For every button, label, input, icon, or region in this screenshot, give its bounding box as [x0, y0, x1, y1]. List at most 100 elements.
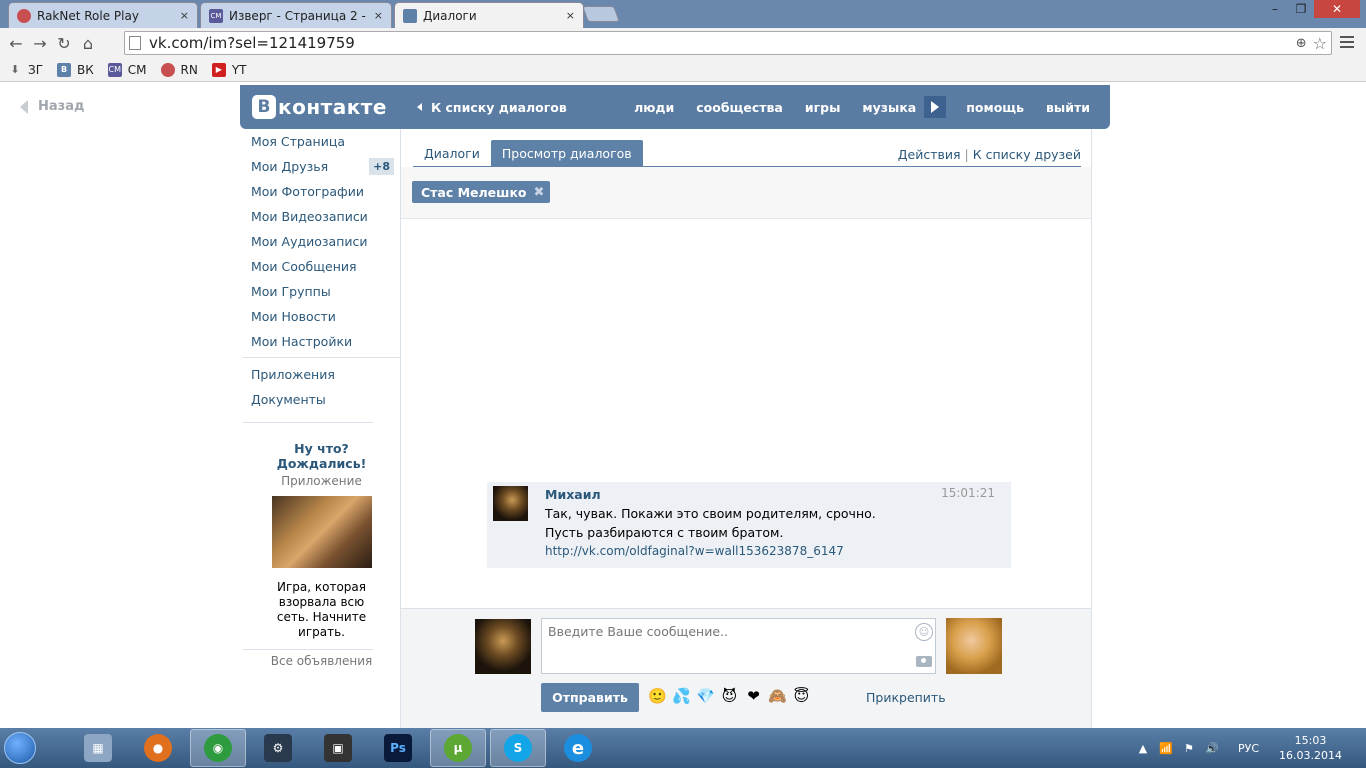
chrome-menu-icon[interactable]	[1340, 36, 1354, 48]
menu-my-photos[interactable]: Мои Фотографии	[243, 179, 400, 204]
taskbar-steam[interactable]: ⚙	[250, 729, 306, 767]
new-tab-button[interactable]	[582, 6, 620, 22]
address-bar[interactable]: vk.com/im?sel=121419759 ⊕ ☆	[124, 31, 1332, 55]
clock[interactable]: 15:03 16.03.2014	[1279, 733, 1342, 763]
browser-tab-dialogs[interactable]: Диалоги ×	[394, 2, 584, 28]
all-ads-link[interactable]: Все объявления	[243, 654, 400, 668]
message-author[interactable]: Михаил	[545, 487, 601, 502]
bookmark-rn[interactable]: RN	[160, 62, 198, 77]
peer-bar: Стас Мелешко ✖	[401, 167, 1091, 219]
menu-my-messages[interactable]: Мои Сообщения	[243, 254, 400, 279]
menu-my-page[interactable]: Моя Страница	[243, 129, 400, 154]
browser-tab-raknet[interactable]: RakNet Role Play ×	[8, 2, 198, 28]
nav-communities[interactable]: сообщества	[696, 100, 783, 115]
emoji-smile-icon[interactable]: 🙂	[648, 686, 667, 705]
author-avatar[interactable]	[493, 486, 528, 521]
nav-people[interactable]: люди	[634, 100, 674, 115]
ad-divider	[243, 649, 373, 650]
menu-my-groups[interactable]: Мои Группы	[243, 279, 400, 304]
music-play-button[interactable]	[924, 96, 947, 118]
my-avatar[interactable]	[475, 619, 531, 674]
message-input[interactable]	[542, 619, 935, 673]
attach-link[interactable]: Прикрепить	[866, 690, 946, 705]
message-item[interactable]: Михаил 15:01:21 Так, чувак. Покажи это с…	[487, 482, 1011, 568]
menu-documents[interactable]: Документы	[243, 387, 400, 412]
tab-close-icon[interactable]: ×	[566, 9, 575, 22]
action-center-flag-icon[interactable]: ⚑	[1182, 741, 1196, 755]
youtube-icon: ▶	[211, 62, 226, 77]
menu-my-friends[interactable]: Мои Друзья +8	[243, 154, 400, 179]
forward-arrow-icon[interactable]: →	[28, 34, 52, 53]
browser-tab-izverg[interactable]: CM Изверг - Страница 2 - Фо ×	[200, 2, 392, 28]
bookmark-vk[interactable]: В ВК	[57, 62, 94, 77]
nav-music[interactable]: музыка	[862, 100, 916, 115]
menu-my-news[interactable]: Мои Новости	[243, 304, 400, 329]
restore-button[interactable]: ❐	[1288, 0, 1314, 18]
tab-view-dialogs[interactable]: Просмотр диалогов	[490, 140, 643, 166]
nav-games[interactable]: игры	[805, 100, 841, 115]
actions-link[interactable]: Действия	[898, 147, 961, 162]
emoji-devil-icon[interactable]: 😈	[720, 686, 739, 705]
back-to-dialogs-label: К списку диалогов	[430, 99, 567, 115]
taskbar-calculator[interactable]: ▦	[70, 729, 126, 767]
back-to-dialogs-link[interactable]: К списку диалогов	[416, 99, 567, 115]
browser-tab-strip: RakNet Role Play × CM Изверг - Страница …	[0, 0, 1366, 28]
message-link[interactable]: http://vk.com/oldfaginal?w=wall153623878…	[545, 542, 905, 561]
reload-icon[interactable]: ↻	[52, 34, 76, 53]
tab-close-icon[interactable]: ×	[374, 9, 383, 22]
taskbar-photoshop[interactable]: Ps	[370, 729, 426, 767]
taskbar-skype[interactable]: S	[490, 729, 546, 767]
steam-icon: ⚙	[264, 734, 292, 762]
taskbar-chrome[interactable]: ◉	[190, 729, 246, 767]
close-window-button[interactable]: ✕	[1314, 0, 1360, 18]
bookmark-star-icon[interactable]: ☆	[1313, 34, 1327, 53]
peer-avatar[interactable]	[946, 618, 1002, 674]
start-button[interactable]	[0, 728, 40, 768]
taskbar-firefox[interactable]: ●	[130, 729, 186, 767]
menu-my-videos[interactable]: Мои Видеозаписи	[243, 204, 400, 229]
bookmark-cm[interactable]: CM СМ	[107, 62, 147, 77]
menu-divider	[243, 422, 373, 423]
zoom-icon[interactable]: ⊕	[1296, 36, 1307, 51]
emoji-monkey-icon[interactable]: 🙈	[768, 686, 787, 705]
emoji-gem-icon[interactable]: 💎	[696, 686, 715, 705]
menu-my-settings[interactable]: Мои Настройки	[243, 329, 400, 354]
url-text[interactable]: vk.com/im?sel=121419759	[149, 34, 1296, 52]
back-link[interactable]: Назад	[20, 99, 84, 114]
minimize-button[interactable]: –	[1262, 0, 1288, 18]
vk-page: Назад В контакте К списку диалогов люди …	[0, 83, 1366, 728]
bookmark-zg[interactable]: ⬇ ЗГ	[8, 63, 43, 77]
tray-expand-icon[interactable]: ▲	[1136, 741, 1150, 755]
menu-apps[interactable]: Приложения	[243, 362, 400, 387]
ad-text[interactable]: Игра, которая взорвала всю сеть. Начните…	[262, 580, 382, 640]
send-button[interactable]: Отправить	[541, 683, 639, 712]
taskbar-utorrent[interactable]: µ	[430, 729, 486, 767]
ad-block[interactable]: Ну что? Дождались! Приложение Игра, кото…	[243, 427, 400, 668]
friends-count-badge[interactable]: +8	[369, 158, 394, 175]
peer-chip[interactable]: Стас Мелешко ✖	[412, 181, 551, 203]
remove-peer-icon[interactable]: ✖	[534, 185, 545, 200]
tab-dialogs[interactable]: Диалоги	[413, 140, 491, 166]
network-signal-icon[interactable]: 📶	[1159, 741, 1173, 755]
camera-icon[interactable]	[916, 656, 932, 667]
back-arrow-icon[interactable]: ←	[4, 34, 28, 53]
emoji-heart-icon[interactable]: ❤	[744, 686, 763, 705]
ad-image[interactable]	[271, 496, 372, 568]
ad-title[interactable]: Ну что? Дождались!	[272, 441, 372, 471]
language-indicator[interactable]: РУС	[1238, 742, 1259, 755]
taskbar-media[interactable]: ▣	[310, 729, 366, 767]
vk-logo[interactable]: В контакте	[252, 95, 387, 119]
bookmark-label: СМ	[127, 62, 147, 77]
tab-close-icon[interactable]: ×	[180, 9, 189, 22]
smile-icon[interactable]: ☺	[915, 623, 933, 641]
home-icon[interactable]: ⌂	[76, 34, 100, 53]
friends-list-link[interactable]: К списку друзей	[973, 147, 1081, 162]
taskbar-ie[interactable]: e	[550, 729, 606, 767]
emoji-drops-icon[interactable]: 💦	[672, 686, 691, 705]
menu-my-audio[interactable]: Мои Аудиозаписи	[243, 229, 400, 254]
nav-logout[interactable]: выйти	[1046, 100, 1090, 115]
nav-help[interactable]: помощь	[966, 100, 1024, 115]
volume-icon[interactable]: 🔊	[1205, 741, 1219, 755]
bookmark-yt[interactable]: ▶ YT	[211, 62, 247, 77]
emoji-angel-icon[interactable]: 😇	[792, 686, 811, 705]
